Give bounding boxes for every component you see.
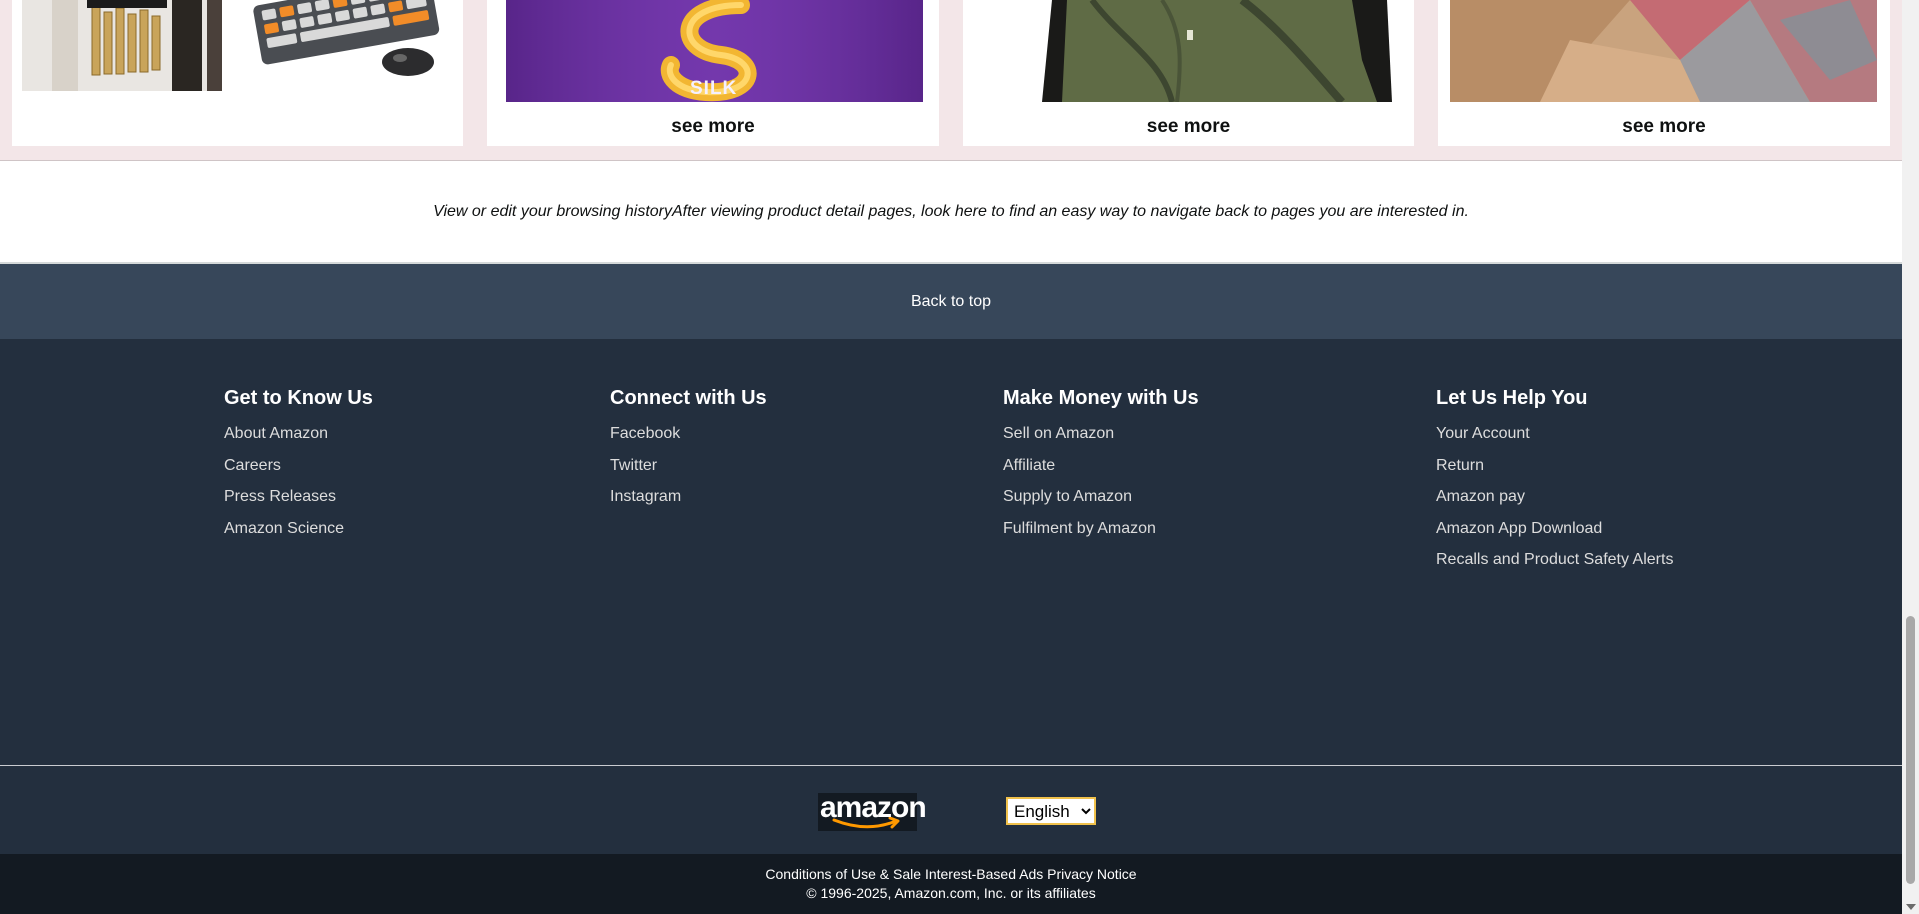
legal-link-interest-ads[interactable]: Interest-Based Ads: [925, 866, 1043, 882]
see-more-link[interactable]: see more: [963, 116, 1414, 138]
footer-link-instagram[interactable]: Instagram: [610, 481, 767, 513]
product-card-home-office: [12, 0, 463, 146]
footer-legal: Conditions of Use & Sale Interest-Based …: [0, 854, 1902, 914]
copyright-text: © 1996-2025, Amazon.com, Inc. or its aff…: [806, 885, 1096, 901]
product-card-shirt: see more: [963, 0, 1414, 146]
footer-col-make-money: Make Money with Us Sell on Amazon Affili…: [1003, 387, 1199, 544]
footer-nav: Get to Know Us About Amazon Careers Pres…: [0, 339, 1902, 766]
footer-col-get-to-know-us: Get to Know Us About Amazon Careers Pres…: [224, 387, 373, 544]
browsing-history-section: View or edit your browsing historyAfter …: [0, 161, 1902, 264]
footer-link-affiliate[interactable]: Affiliate: [1003, 450, 1199, 482]
back-to-top-button[interactable]: Back to top: [0, 264, 1902, 339]
silk-label: SILK: [690, 78, 738, 99]
rug-image[interactable]: [1450, 0, 1877, 102]
footer-link-facebook[interactable]: Facebook: [610, 418, 767, 450]
see-more-link[interactable]: see more: [1438, 116, 1890, 138]
page-scrollbar[interactable]: [1902, 0, 1919, 914]
language-select[interactable]: English: [1006, 797, 1096, 825]
footer-link-supply-to-amazon[interactable]: Supply to Amazon: [1003, 481, 1199, 513]
footer-link-amazon-app-download[interactable]: Amazon App Download: [1436, 513, 1673, 545]
footer-link-fulfilment-by-amazon[interactable]: Fulfilment by Amazon: [1003, 513, 1199, 545]
silk-product-image[interactable]: SILK: [506, 0, 923, 102]
footer-link-recalls-safety-alerts[interactable]: Recalls and Product Safety Alerts: [1436, 544, 1673, 576]
amazon-smile-icon: [832, 817, 900, 829]
footer-link-amazon-pay[interactable]: Amazon pay: [1436, 481, 1673, 513]
footer-col-title: Let Us Help You: [1436, 387, 1588, 409]
scrollbar-thumb[interactable]: [1906, 616, 1915, 884]
footer-col-let-us-help-you: Let Us Help You Your Account Return Amaz…: [1436, 387, 1673, 576]
page: SILK see more see more see more View or …: [0, 0, 1902, 914]
back-to-top-label: Back to top: [910, 292, 992, 310]
footer-link-sell-on-amazon[interactable]: Sell on Amazon: [1003, 418, 1199, 450]
shirt-image[interactable]: [982, 0, 1399, 102]
legal-link-conditions[interactable]: Conditions of Use & Sale: [765, 866, 921, 882]
product-cards-strip: SILK see more see more see more: [0, 0, 1902, 161]
legal-links: Conditions of Use & Sale Interest-Based …: [0, 866, 1902, 882]
footer-link-press-releases[interactable]: Press Releases: [224, 481, 373, 513]
footer-link-twitter[interactable]: Twitter: [610, 450, 767, 482]
footer-col-connect-with-us: Connect with Us Facebook Twitter Instagr…: [610, 387, 767, 513]
amazon-logo[interactable]: amazon: [818, 791, 927, 831]
browsing-history-text[interactable]: View or edit your browsing historyAfter …: [0, 203, 1902, 221]
footer-link-about-amazon[interactable]: About Amazon: [224, 418, 373, 450]
footer-link-careers[interactable]: Careers: [224, 450, 373, 482]
legal-link-privacy[interactable]: Privacy Notice: [1047, 866, 1136, 882]
footer-link-return[interactable]: Return: [1436, 450, 1673, 482]
see-more-link[interactable]: see more: [487, 116, 939, 138]
footer-col-title: Connect with Us: [610, 387, 767, 409]
scroll-down-arrow-icon[interactable]: [1906, 904, 1916, 910]
product-card-rug: see more: [1438, 0, 1890, 146]
footer-col-title: Get to Know Us: [224, 387, 373, 409]
keyboard-mouse-image[interactable]: [248, 0, 448, 80]
footer-link-your-account[interactable]: Your Account: [1436, 418, 1673, 450]
footer-col-title: Make Money with Us: [1003, 387, 1199, 409]
footer-link-amazon-science[interactable]: Amazon Science: [224, 513, 373, 545]
product-card-silk: SILK see more: [487, 0, 939, 146]
footer-logo-row: amazon English: [0, 766, 1902, 854]
chandelier-image[interactable]: [22, 0, 222, 91]
